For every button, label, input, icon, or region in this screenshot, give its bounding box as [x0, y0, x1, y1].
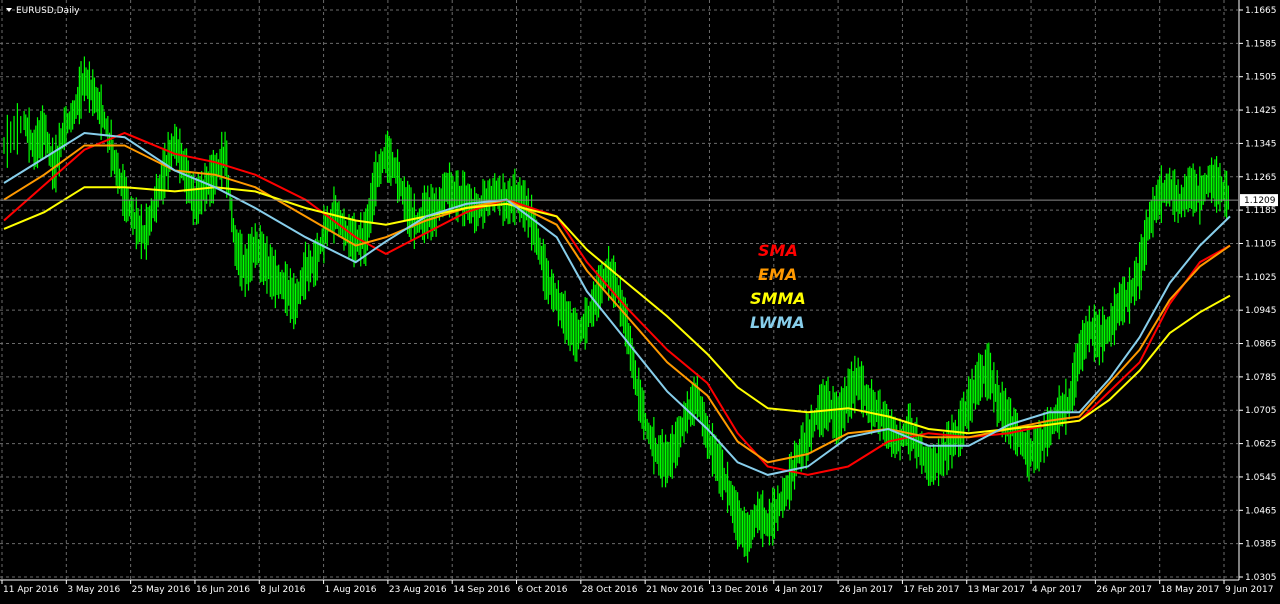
symbol-header[interactable]: EURUSD,Daily — [6, 6, 80, 16]
x-tick-label: 17 Feb 2017 — [903, 585, 959, 595]
y-tick-label: 1.0465 — [1245, 506, 1277, 516]
x-tick-label: 23 Aug 2016 — [389, 585, 447, 595]
y-tick-label: 1.1265 — [1245, 173, 1277, 183]
y-tick-label: 1.0545 — [1245, 473, 1277, 483]
x-tick-label: 4 Jan 2017 — [775, 585, 823, 595]
y-tick-label: 1.1665 — [1245, 6, 1277, 16]
y-tick-label: 1.1025 — [1245, 273, 1277, 283]
x-tick-label: 18 May 2017 — [1161, 585, 1220, 595]
x-tick-label: 13 Dec 2016 — [710, 585, 768, 595]
legend-item-lwma: LWMA — [750, 313, 805, 332]
y-tick-label: 1.0385 — [1245, 540, 1277, 550]
y-tick-label: 1.1345 — [1245, 139, 1277, 149]
x-tick-label: 3 May 2016 — [67, 585, 120, 595]
y-tick-label: 1.0705 — [1245, 406, 1277, 416]
y-tick-label: 1.1105 — [1245, 239, 1277, 249]
y-tick-label: 1.1185 — [1245, 206, 1277, 216]
legend-item-sma: SMA — [758, 241, 798, 260]
x-tick-label: 9 Jun 2017 — [1225, 585, 1273, 595]
x-tick-label: 25 May 2016 — [132, 585, 191, 595]
price-bars — [3, 56, 1229, 563]
y-tick-label: 1.1425 — [1245, 106, 1277, 116]
x-tick-label: 1 Aug 2016 — [325, 585, 377, 595]
y-tick-label: 1.0945 — [1245, 306, 1277, 316]
chart-canvas[interactable]: 1.1665 1.1585 1.1505 1.1425 1.1345 1.1265 1.11… — [0, 0, 1280, 600]
x-tick-label: 6 Oct 2016 — [518, 585, 568, 595]
y-tick-label: 1.0865 — [1245, 340, 1277, 350]
x-tick-label: 11 Apr 2016 — [3, 585, 59, 595]
x-tick-label: 26 Jan 2017 — [839, 585, 893, 595]
legend-item-ema: EMA — [758, 265, 797, 284]
x-tick-label: 14 Sep 2016 — [453, 585, 510, 595]
x-tick-label: 26 Apr 2017 — [1096, 585, 1152, 595]
legend-item-smma: SMMA — [750, 289, 806, 308]
x-tick-label: 4 Apr 2017 — [1032, 585, 1082, 595]
y-tick-label: 1.0785 — [1245, 373, 1277, 383]
y-tick-label: 1.0625 — [1245, 440, 1277, 450]
x-tick-label: 28 Oct 2016 — [582, 585, 638, 595]
current-price-label: 1.1209 — [1244, 196, 1276, 206]
chart[interactable]: 1.1665 1.1585 1.1505 1.1425 1.1345 1.1265 1.11… — [0, 0, 1280, 600]
x-tick-label: 8 Jul 2016 — [260, 585, 305, 595]
x-tick-label: 13 Mar 2017 — [968, 585, 1025, 595]
y-tick-label: 1.1585 — [1245, 39, 1277, 49]
chart-title: EURUSD,Daily — [16, 6, 80, 16]
x-tick-label: 21 Nov 2016 — [646, 585, 704, 595]
y-tick-label: 1.1505 — [1245, 73, 1277, 83]
axes: 1.1665 1.1585 1.1505 1.1425 1.1345 1.1265 1.11… — [0, 0, 1277, 595]
legend: SMA EMA SMMA LWMA — [750, 241, 806, 332]
x-tick-label: 16 Jun 2016 — [196, 585, 250, 595]
y-tick-label: 1.0305 — [1245, 573, 1277, 583]
